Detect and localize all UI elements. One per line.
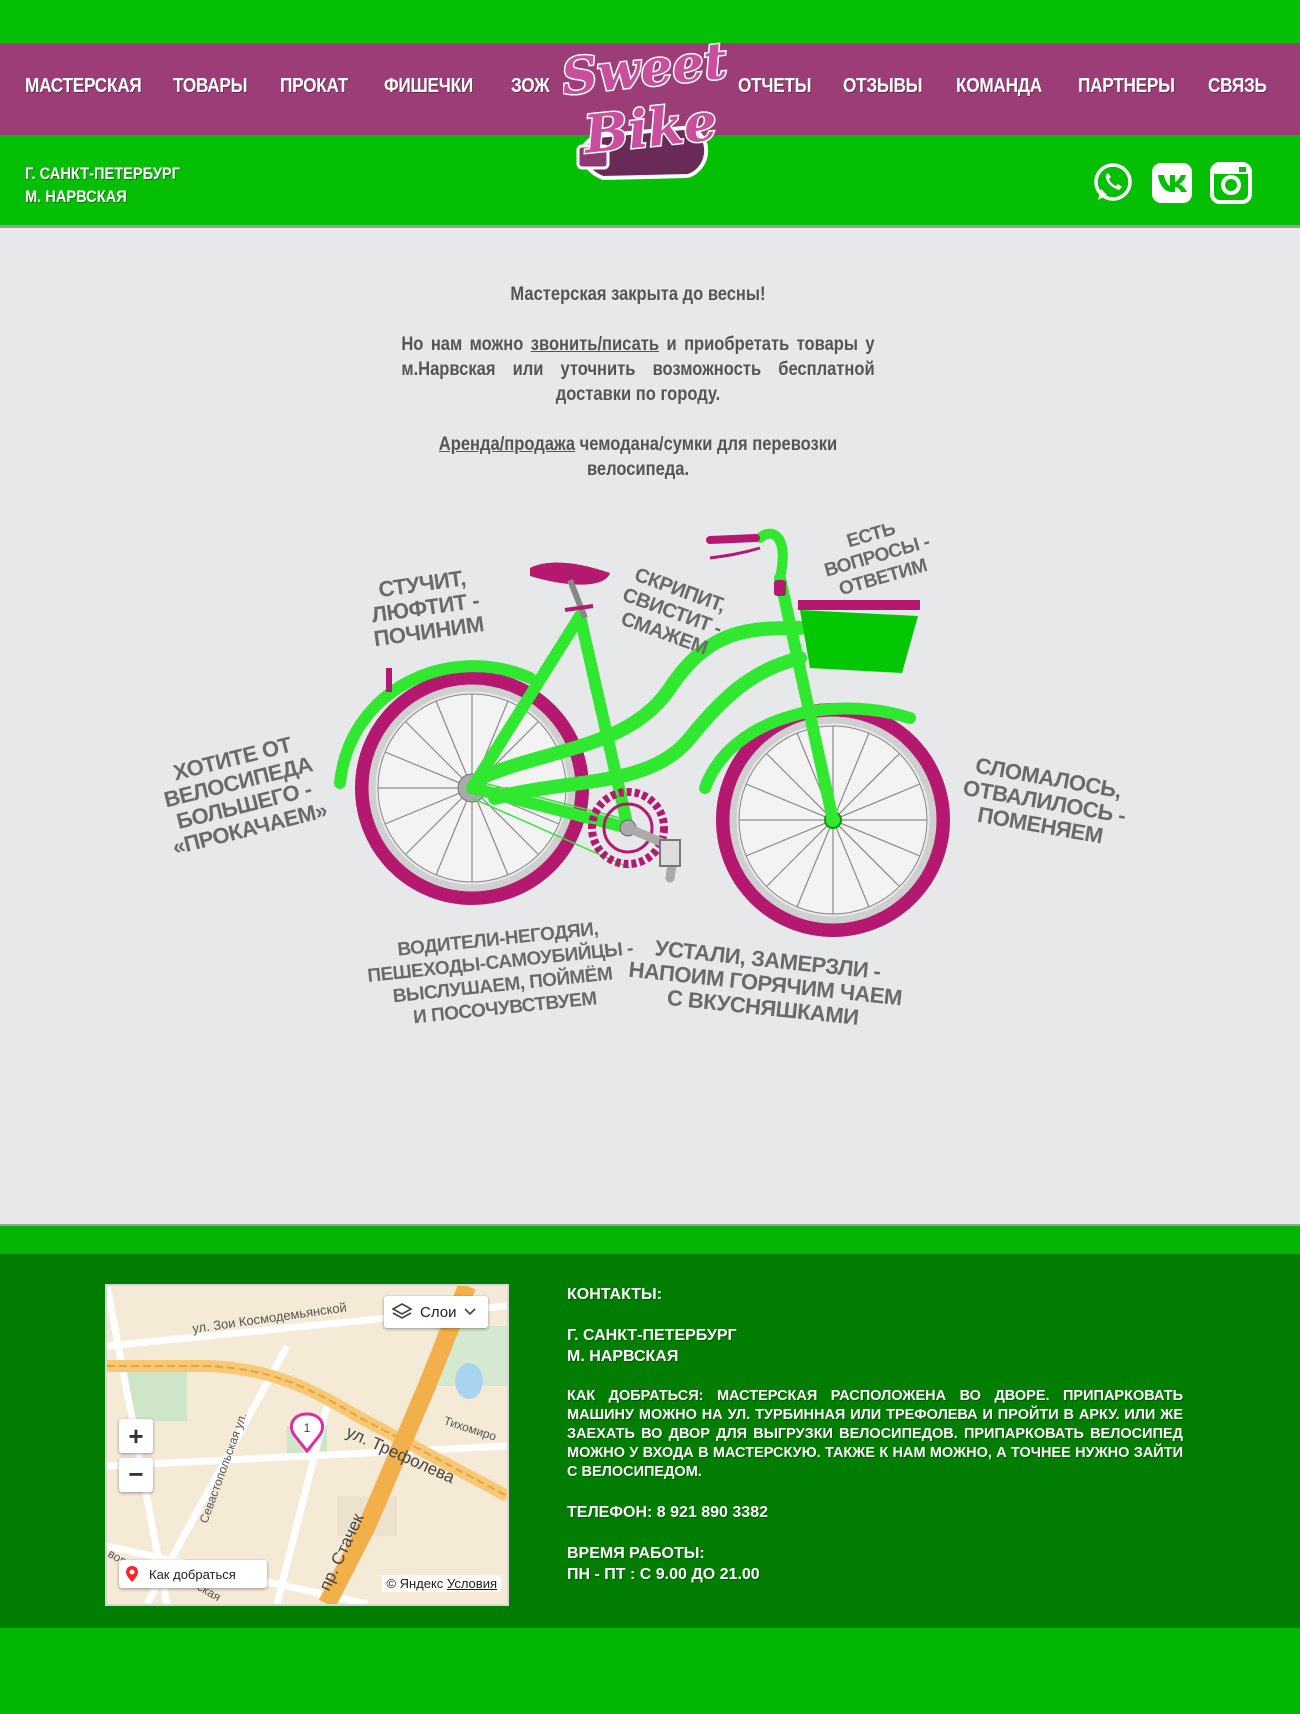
map-route-button[interactable]: Как добраться [119,1560,267,1588]
label-knock: СТУЧИТ, ЛЮФТИТ - ПОЧИНИМ [369,565,486,652]
contacts-address: Г. САНКТ-ПЕТЕРБУРГ М. НАРВСКАЯ [567,1325,1183,1367]
map-copyright: © Яндекс [386,1576,444,1591]
contacts-directions: КАК ДОБРАТЬСЯ: МАСТЕРСКАЯ РАСПОЛОЖЕНА ВО… [567,1388,1183,1480]
nav-item-healthy[interactable]: ЗОЖ [511,75,550,98]
footer-top-strip [0,1224,1300,1256]
contacts-phone[interactable]: ТЕЛЕФОН: 8 921 890 3382 [567,1502,1183,1523]
notice-title: Мастерская закрыта до весны! [510,284,766,305]
notice-contact-text: Но нам можно звонить/писать и приобретат… [401,332,874,407]
nav-item-partners[interactable]: ПАРТНЕРЫ [1078,75,1175,98]
map-zoom-out-button[interactable]: − [119,1458,153,1492]
nav-item-rental[interactable]: ПРОКАТ [280,75,348,98]
sweet-bike-logo[interactable]: Sweet Bike [563,18,728,190]
nav-item-contact[interactable]: СВЯЗЬ [1208,75,1267,98]
contacts-hours: ВРЕМЯ РАБОТЫ: ПН - ПТ : С 9.00 ДО 21.00 [567,1543,1183,1585]
chevron-down-icon [464,1308,477,1316]
instagram-icon[interactable] [1210,162,1252,204]
route-pin-icon [126,1566,138,1582]
map-attribution: © Яндекс Условия [382,1575,501,1592]
contacts-block: КОНТАКТЫ: Г. САНКТ-ПЕТЕРБУРГ М. НАРВСКАЯ… [567,1284,1183,1605]
vk-icon[interactable] [1151,162,1193,204]
contacts-heading: КОНТАКТЫ: [567,1286,663,1303]
map-terms-link[interactable]: Условия [447,1576,497,1591]
nav-item-reviews[interactable]: ОТЗЫВЫ [843,75,922,98]
contacts-metro: М. НАРВСКАЯ [567,1348,679,1365]
header-address: Г. САНКТ-ПЕТЕРБУРГ М. НАРВСКАЯ [25,162,180,208]
map-layers-label: Слои [420,1303,457,1321]
footer-bottom-strip [0,1628,1300,1714]
nav-item-reports[interactable]: ОТЧЕТЫ [738,75,812,98]
contacts-city: Г. САНКТ-ПЕТЕРБУРГ [567,1327,737,1344]
call-write-link[interactable]: звонить/писать [531,334,659,355]
map-tiles[interactable]: ул. Зои Космодемьянской ул. Трефолева Се… [107,1286,507,1604]
nav-item-features[interactable]: ФИШЕЧКИ [384,75,473,98]
contacts-hours-heading: ВРЕМЯ РАБОТЫ: [567,1545,705,1562]
workshop-notice: Мастерская закрыта до весны! Но нам можн… [401,282,874,507]
map-zoom-in-button[interactable]: + [119,1419,153,1453]
header-metro: М. НАРВСКАЯ [25,187,127,206]
contacts-hours-value: ПН - ПТ : С 9.00 ДО 21.00 [567,1566,760,1583]
footer: ул. Зои Космодемьянской ул. Трефолева Се… [0,1254,1300,1628]
location-map[interactable]: ул. Зои Космодемьянской ул. Трефолева Се… [105,1284,509,1606]
whatsapp-icon[interactable] [1092,162,1134,204]
notice-rental-text: Аренда/продажа чемодана/сумки для перево… [401,432,874,482]
layers-icon [392,1303,412,1319]
notice-text-start: Но нам можно [401,334,531,355]
main-content: Мастерская закрыта до весны! Но нам можн… [0,228,1300,1224]
notice-rental-rest: чемодана/сумки для перевозки велосипеда. [575,434,838,480]
header-city: Г. САНКТ-ПЕТЕРБУРГ [25,164,180,183]
map-layers-button[interactable]: Слои [384,1296,488,1328]
map-route-label: Как добраться [149,1566,236,1582]
nav-item-workshop[interactable]: МАСТЕРСКАЯ [25,75,142,98]
map-marker-number: 1 [304,1421,311,1435]
rental-sale-link[interactable]: Аренда/продажа [439,434,575,455]
chainring [588,788,681,883]
bike-basket [798,600,920,673]
nav-item-team[interactable]: КОМАНДА [956,75,1042,98]
nav-item-goods[interactable]: ТОВАРЫ [173,75,247,98]
